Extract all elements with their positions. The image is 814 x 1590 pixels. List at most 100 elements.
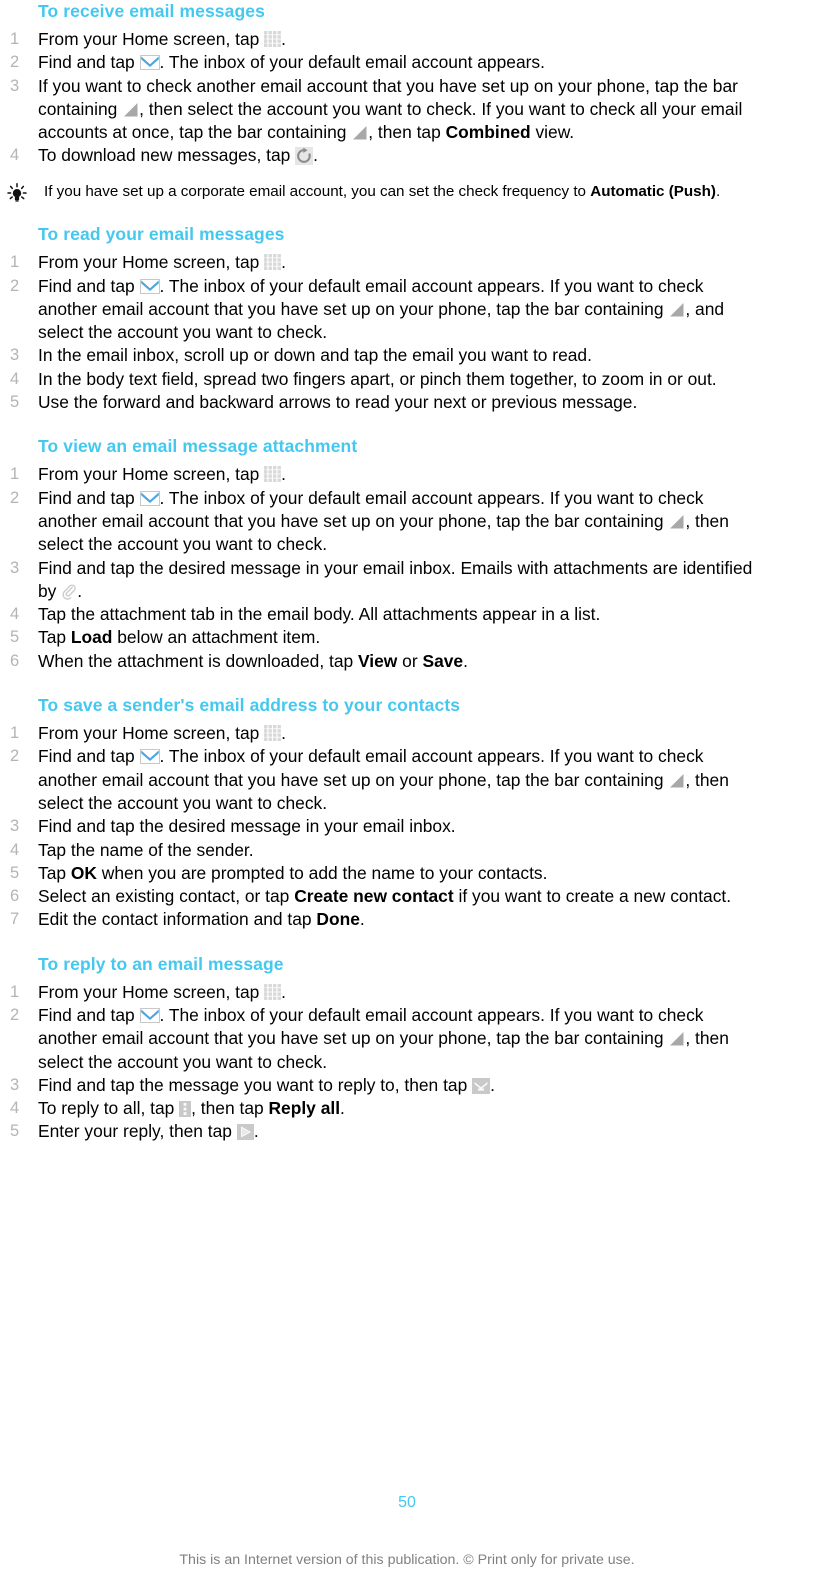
body-text: .: [313, 145, 318, 166]
body-text: Find and tap the message you want to rep…: [38, 1074, 473, 1095]
step-number: 1: [10, 253, 20, 272]
body-text: when you are prompted to add the name to…: [96, 862, 548, 883]
body-text: below an attachment item.: [112, 627, 321, 648]
refresh-icon: [295, 147, 314, 166]
section-heading: To receive email messages: [38, 1, 265, 21]
body-text: From your Home screen, tap: [38, 723, 265, 744]
step-item: 4 In the body text field, spread two fing…: [0, 368, 814, 391]
step-number: 3: [10, 346, 20, 365]
step-item: 5 Tap Load below an attachment item.: [0, 626, 814, 649]
section-heading: To save a sender's email address to your…: [38, 695, 461, 716]
manual-page: To receive email messages 1 From your Home…: [0, 0, 814, 1590]
step-number: 2: [10, 276, 20, 295]
page-number: 50: [398, 1494, 416, 1511]
body-text: or: [397, 650, 423, 671]
emphasis-text: View: [358, 650, 398, 671]
step-text: Use the forward and backward arrows to r…: [38, 392, 637, 412]
step-text: Select an existing contact, or tap Creat…: [38, 886, 731, 906]
grid-icon: [264, 725, 282, 742]
triangle-icon: [122, 102, 139, 118]
body-text: if you want to create a new contact.: [453, 886, 732, 907]
triangle-icon: [668, 302, 685, 318]
envelope-icon: [139, 490, 160, 506]
body-text: From your Home screen, tap: [38, 29, 265, 49]
section-heading: To view an email message attachment: [38, 436, 358, 457]
body-text: From your Home screen, tap: [38, 464, 265, 485]
step-item: 3 Find and tap the desired message in you…: [0, 815, 814, 838]
body-text: .: [490, 1074, 495, 1095]
step-text: Tap the name of the sender.: [38, 840, 254, 860]
body-text: Tap the name of the sender.: [38, 839, 254, 860]
body-text: .: [281, 252, 286, 273]
envelope-icon: [139, 55, 160, 71]
emphasis-text: Create new contact: [294, 886, 454, 907]
step-text: To reply to all, tap , then tap Reply al…: [38, 1098, 345, 1118]
body-text: .: [281, 29, 286, 49]
step-number: 2: [10, 1006, 20, 1024]
step-list: 1 From your Home screen, tap . 2 Find and t…: [0, 251, 814, 414]
body-text: If you have set up a corporate email acc…: [44, 182, 591, 200]
grid-icon: [264, 254, 282, 271]
step-number: 1: [10, 982, 20, 1001]
emphasis-text: Done: [316, 909, 360, 930]
step-item: 5 Enter your reply, then tap .: [0, 1120, 814, 1143]
step-item: 3 Find and tap the desired message in you…: [0, 557, 814, 604]
step-text: Enter your reply, then tap .: [38, 1121, 259, 1141]
procedure-section: To view an email message attachment 1 From…: [0, 435, 814, 673]
step-list: 1 From your Home screen, tap . 2 Find and t…: [0, 28, 814, 168]
copyright-disclaimer: This is an Internet version of this publ…: [179, 1552, 635, 1568]
step-item: 1 From your Home screen, tap .: [0, 722, 814, 745]
body-text: To reply to all, tap: [38, 1098, 180, 1119]
step-number: 4: [10, 605, 20, 624]
step-text: Find and tap . The inbox of your default…: [38, 52, 545, 72]
section-heading: To reply to an email message: [38, 953, 284, 974]
step-item: 3 In the email inbox, scroll up or down a…: [0, 344, 814, 367]
step-text: To download new messages, tap .: [38, 145, 318, 166]
step-item: 4 To reply to all, tap , then tap Reply a…: [0, 1097, 814, 1120]
envelope-icon: [139, 278, 160, 294]
step-text: Find and tap the desired message in your…: [38, 816, 456, 836]
step-text: From your Home screen, tap .: [38, 464, 286, 484]
section-heading: To read your email messages: [38, 224, 285, 245]
step-item: 5 Tap OK when you are prompted to add the…: [0, 862, 814, 885]
body-text: Find and tap: [38, 1005, 140, 1025]
procedure-section: To read your email messages 1 From your Ho…: [0, 223, 814, 414]
step-number: 3: [10, 558, 20, 577]
step-text: From your Home screen, tap .: [38, 723, 286, 743]
emphasis-text: Load: [70, 627, 113, 648]
body-text: Tap: [38, 862, 71, 883]
kebab-icon: [179, 1101, 192, 1118]
step-text: Find and tap . The inbox of your default…: [38, 1005, 729, 1072]
step-number: 5: [10, 393, 20, 412]
step-item: 2 Find and tap . The inbox of your defaul…: [0, 51, 814, 74]
body-text: .: [253, 1121, 259, 1142]
step-number: 5: [10, 863, 20, 882]
step-text: Tap OK when you are prompted to add the …: [38, 863, 547, 883]
step-list: 1 From your Home screen, tap . 2 Find and t…: [0, 463, 814, 673]
step-text: From your Home screen, tap .: [38, 982, 286, 1002]
body-text: Tap: [38, 627, 71, 648]
step-text: In the email inbox, scroll up or down an…: [38, 345, 592, 365]
step-number: 5: [10, 1122, 20, 1141]
send-icon: [236, 1124, 254, 1141]
emphasis-text: Save: [422, 650, 464, 671]
step-number: 3: [10, 817, 20, 836]
emphasis-text: Reply all: [268, 1098, 341, 1119]
step-item: 6 Select an existing contact, or tap Crea…: [0, 885, 814, 908]
page-content: To receive email messages 1 From your Home…: [0, 0, 814, 1144]
triangle-icon: [668, 514, 685, 530]
step-item: 3 If you want to check another email acco…: [0, 75, 814, 145]
step-item: 4 Tap the attachment tab in the email bod…: [0, 603, 814, 626]
body-text: , then tap: [368, 122, 446, 143]
step-number: 3: [10, 1075, 20, 1094]
body-text: Find and tap: [38, 487, 140, 508]
step-item: 3 Find and tap the message you want to re…: [0, 1074, 814, 1097]
body-text: .: [77, 580, 83, 601]
body-text: .: [715, 182, 721, 200]
envelope-icon: [139, 1008, 160, 1023]
step-number: 4: [10, 1099, 20, 1118]
reply-icon: [472, 1077, 491, 1094]
step-text: When the attachment is downloaded, tap V…: [38, 651, 468, 671]
body-text: To download new messages, tap: [38, 145, 296, 166]
lightbulb-icon: [4, 182, 30, 205]
